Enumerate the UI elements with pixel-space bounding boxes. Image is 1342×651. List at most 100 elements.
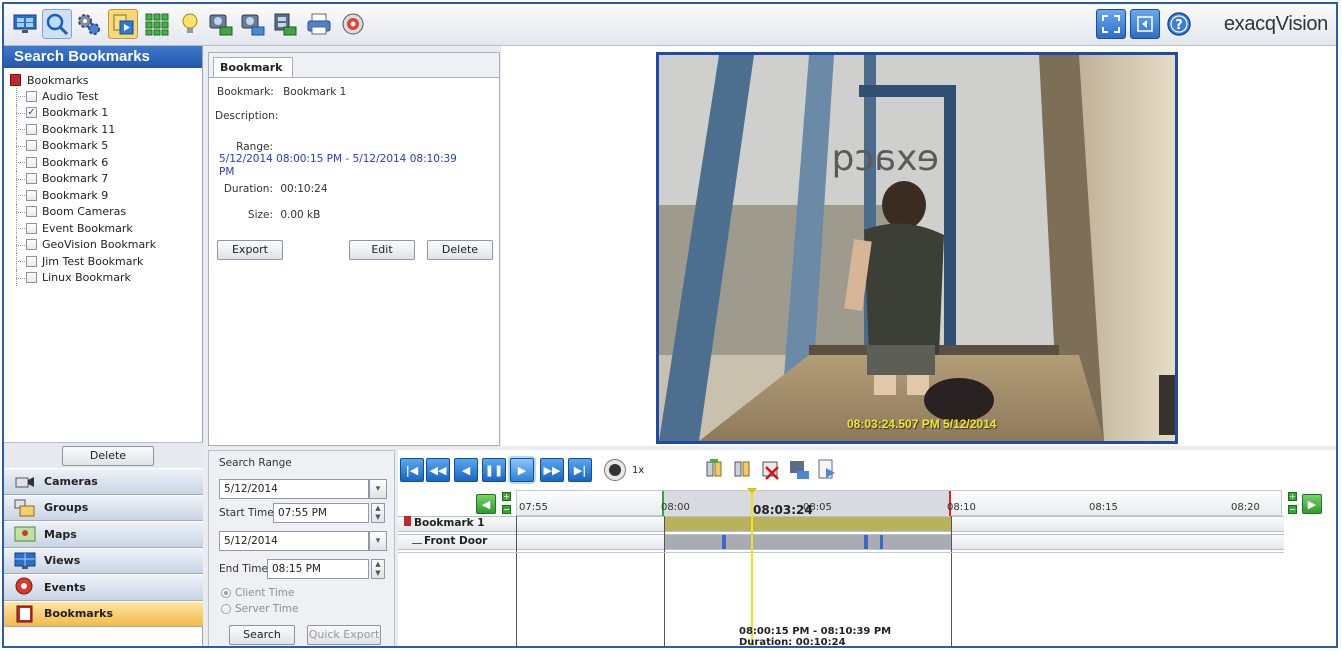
bookmark-checkbox[interactable]: ✓ (26, 107, 37, 119)
calendar-dropdown-icon[interactable]: ▾ (369, 479, 387, 499)
tree-item-label: Bookmark 7 (42, 172, 109, 186)
tick-label: 08:15 (1089, 502, 1118, 513)
file-export-icon[interactable] (816, 459, 838, 484)
camera-search-icon[interactable] (206, 9, 236, 39)
bookmark-checkbox[interactable] (26, 123, 37, 135)
nav-views[interactable]: Views (4, 547, 203, 574)
edit-button[interactable]: Edit (349, 240, 415, 260)
tree-item[interactable]: GeoVision Bookmark (10, 236, 196, 254)
delete-bookmark-button[interactable]: Delete Bookmark (62, 446, 154, 480)
bookmark-checkbox[interactable] (26, 272, 37, 284)
start-time-spinner[interactable]: ▲ ▼ (371, 503, 385, 523)
end-time-input[interactable]: 08:15 PM (267, 559, 369, 579)
end-date-input[interactable]: 5/12/2014 (219, 531, 369, 551)
pause-icon[interactable]: ❚❚ (482, 458, 506, 482)
skip-start-icon[interactable]: |◀ (400, 458, 424, 482)
panel-toggle-icon[interactable] (1130, 9, 1160, 39)
live-view-icon[interactable] (10, 9, 40, 39)
lightbulb-icon[interactable] (176, 9, 206, 39)
bookmark-checkbox[interactable] (26, 222, 37, 234)
bookmark-bar[interactable] (664, 517, 951, 531)
zoom-out-icon[interactable]: − (502, 505, 511, 514)
camera-video-frame[interactable]: exacq 08:03:24.507 PM 5/12/2014 (656, 52, 1178, 444)
tree-item[interactable]: Bookmark 9 (10, 187, 196, 204)
rewind-icon[interactable]: ◀◀ (426, 458, 450, 482)
bookmark-checkbox[interactable] (26, 189, 37, 201)
tag-search-icon[interactable] (108, 9, 138, 39)
delete-button[interactable]: Delete (427, 240, 493, 260)
bookmark-checkbox[interactable] (26, 255, 37, 267)
timeline-back-icon[interactable]: ◀ (476, 494, 496, 514)
start-time-input[interactable]: 07:55 PM (273, 503, 369, 523)
timeline-row-bookmark (398, 516, 1284, 532)
tree-item[interactable]: Audio Test (10, 88, 196, 105)
nav-bookmarks[interactable]: Bookmarks (4, 600, 203, 627)
export-button[interactable]: Export (217, 240, 283, 260)
zoom-out-icon[interactable]: − (1288, 505, 1297, 514)
nav-maps[interactable]: Maps (4, 521, 203, 548)
quick-export-button[interactable]: Quick Export (307, 625, 381, 645)
tree-root-label: Bookmarks (27, 73, 89, 87)
bookmark-checkbox[interactable] (26, 206, 37, 218)
bookmark-checkbox[interactable] (26, 156, 37, 168)
views-icon (14, 552, 36, 570)
tree-item[interactable]: Boom Cameras (10, 203, 196, 221)
fullscreen-icon[interactable] (1096, 9, 1126, 39)
film-export-icon[interactable] (270, 9, 300, 39)
print-icon[interactable] (304, 9, 334, 39)
server-time-radio[interactable]: Server Time (221, 603, 298, 615)
nav-cameras[interactable]: Cameras (4, 468, 203, 495)
tree-root[interactable]: Bookmarks (10, 72, 196, 88)
start-date-input[interactable]: 5/12/2014 (219, 479, 369, 499)
calendar-dropdown-icon[interactable]: ▾ (369, 531, 387, 551)
layout-grid-icon[interactable] (142, 9, 172, 39)
skip-end-icon[interactable]: ▶| (568, 458, 592, 482)
tree-item[interactable]: Bookmark 5 (10, 137, 196, 155)
tree-item[interactable]: Bookmark 11 (10, 121, 196, 138)
tree-item[interactable]: Bookmark 6 (10, 154, 196, 171)
groups-icon (14, 499, 36, 517)
zoom-in-icon[interactable]: + (502, 492, 511, 501)
fast-forward-icon[interactable]: ▶▶ (540, 458, 564, 482)
playhead[interactable] (751, 490, 753, 646)
tree-item[interactable]: Linux Bookmark (10, 269, 196, 287)
camera-export-icon[interactable] (238, 9, 268, 39)
client-time-radio[interactable]: Client Time (221, 587, 294, 599)
recording-bar[interactable] (664, 535, 951, 549)
nav-groups[interactable]: Groups (4, 494, 203, 521)
record-stop-icon[interactable] (604, 459, 626, 481)
camera-export-icon[interactable] (788, 459, 810, 484)
search-icon[interactable] (42, 9, 72, 39)
tree-item-label: Boom Cameras (42, 205, 127, 219)
play-icon[interactable]: ▶ (510, 458, 534, 482)
help-icon[interactable]: ? (1164, 9, 1194, 39)
bookmark-checkbox[interactable] (26, 90, 37, 102)
tab-bookmark[interactable]: Bookmark 1 (213, 57, 293, 93)
bookmark-checkbox[interactable] (26, 239, 37, 251)
bookmark-add-icon[interactable] (704, 459, 726, 484)
tree-item[interactable]: Jim Test Bookmark (10, 253, 196, 270)
timeline-panel: |◀ ◀◀ ◀ ❚❚ ▶ ▶▶ ▶| 1x ◀ + − + − ▶ 07:55 … (398, 450, 1336, 646)
config-icon[interactable] (74, 9, 104, 39)
tree-item-label: Jim Test Bookmark (42, 254, 144, 268)
duration-row: Duration: 00:10:24 (215, 183, 328, 195)
timeline-scale[interactable]: 07:55 08:00 08:05 08:10 08:15 08:20 08:0… (516, 490, 1282, 517)
timeline-forward-icon[interactable]: ▶ (1302, 494, 1322, 514)
end-time-spinner[interactable]: ▲ ▼ (371, 559, 385, 579)
step-back-icon[interactable]: ◀ (454, 458, 478, 482)
tree-item[interactable]: ✓ Bookmark 1 (10, 104, 196, 122)
bookmark-row: Bookmark: Bookmark 1 (217, 86, 346, 98)
zoom-in-icon[interactable]: + (1288, 492, 1297, 501)
nav-events[interactable]: Events (4, 574, 203, 601)
motion-marker (722, 535, 726, 549)
tree-item[interactable]: Event Bookmark (10, 220, 196, 237)
search-button[interactable]: Search (229, 625, 295, 645)
bookmark-checkbox[interactable] (26, 140, 37, 152)
bookmark-edit-icon[interactable] (732, 459, 754, 484)
bookmark-checkbox[interactable] (26, 173, 37, 185)
disc-icon[interactable] (338, 9, 368, 39)
tree-item-label: GeoVision Bookmark (42, 238, 157, 252)
playhead-handle[interactable] (747, 488, 757, 494)
bookmark-delete-icon[interactable] (760, 459, 782, 484)
tree-item[interactable]: Bookmark 7 (10, 170, 196, 188)
